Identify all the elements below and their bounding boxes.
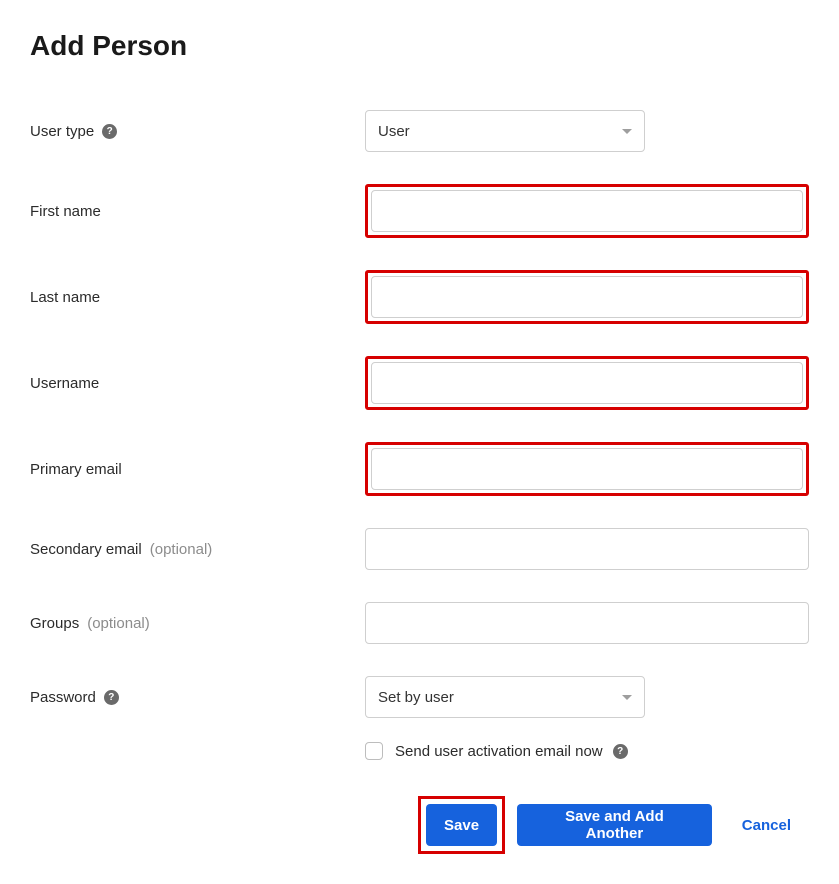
password-select[interactable]: Set by user bbox=[365, 676, 645, 718]
activation-label-text: Send user activation email now bbox=[395, 743, 603, 760]
activation-row: Send user activation email now ? bbox=[365, 742, 809, 760]
chevron-down-icon bbox=[622, 695, 632, 700]
user-type-label-text: User type bbox=[30, 123, 94, 140]
groups-optional: (optional) bbox=[87, 615, 150, 632]
groups-label-text: Groups bbox=[30, 615, 79, 632]
groups-row: Groups (optional) bbox=[30, 602, 809, 644]
password-label: Password ? bbox=[30, 689, 365, 706]
primary-email-row: Primary email bbox=[30, 442, 809, 496]
page-title: Add Person bbox=[30, 30, 809, 62]
last-name-highlight bbox=[365, 270, 809, 324]
primary-email-highlight bbox=[365, 442, 809, 496]
user-type-label: User type ? bbox=[30, 123, 365, 140]
cancel-button[interactable]: Cancel bbox=[724, 804, 809, 846]
username-label-text: Username bbox=[30, 375, 99, 392]
secondary-email-label-text: Secondary email bbox=[30, 541, 142, 558]
user-type-row: User type ? User bbox=[30, 110, 809, 152]
secondary-email-input[interactable] bbox=[365, 528, 809, 570]
last-name-row: Last name bbox=[30, 270, 809, 324]
primary-email-input[interactable] bbox=[371, 448, 803, 490]
secondary-email-optional: (optional) bbox=[150, 541, 213, 558]
password-row: Password ? Set by user bbox=[30, 676, 809, 718]
chevron-down-icon bbox=[622, 129, 632, 134]
user-type-value: User bbox=[378, 123, 410, 140]
help-icon[interactable]: ? bbox=[613, 744, 628, 759]
first-name-row: First name bbox=[30, 184, 809, 238]
first-name-highlight bbox=[365, 184, 809, 238]
last-name-label: Last name bbox=[30, 289, 365, 306]
first-name-input[interactable] bbox=[371, 190, 803, 232]
username-label: Username bbox=[30, 375, 365, 392]
help-icon[interactable]: ? bbox=[102, 124, 117, 139]
last-name-input[interactable] bbox=[371, 276, 803, 318]
secondary-email-label: Secondary email (optional) bbox=[30, 541, 365, 558]
username-highlight bbox=[365, 356, 809, 410]
activation-label: Send user activation email now ? bbox=[395, 743, 628, 760]
secondary-email-row: Secondary email (optional) bbox=[30, 528, 809, 570]
activation-checkbox[interactable] bbox=[365, 742, 383, 760]
primary-email-label-text: Primary email bbox=[30, 461, 122, 478]
username-input[interactable] bbox=[371, 362, 803, 404]
save-add-another-button[interactable]: Save and Add Another bbox=[517, 804, 712, 846]
save-highlight: Save bbox=[418, 796, 505, 854]
save-button[interactable]: Save bbox=[426, 804, 497, 846]
groups-input[interactable] bbox=[365, 602, 809, 644]
user-type-select[interactable]: User bbox=[365, 110, 645, 152]
password-label-text: Password bbox=[30, 689, 96, 706]
groups-label: Groups (optional) bbox=[30, 615, 365, 632]
button-row: Save Save and Add Another Cancel bbox=[418, 796, 809, 854]
last-name-label-text: Last name bbox=[30, 289, 100, 306]
username-row: Username bbox=[30, 356, 809, 410]
password-value: Set by user bbox=[378, 689, 454, 706]
first-name-label: First name bbox=[30, 203, 365, 220]
primary-email-label: Primary email bbox=[30, 461, 365, 478]
first-name-label-text: First name bbox=[30, 203, 101, 220]
help-icon[interactable]: ? bbox=[104, 690, 119, 705]
